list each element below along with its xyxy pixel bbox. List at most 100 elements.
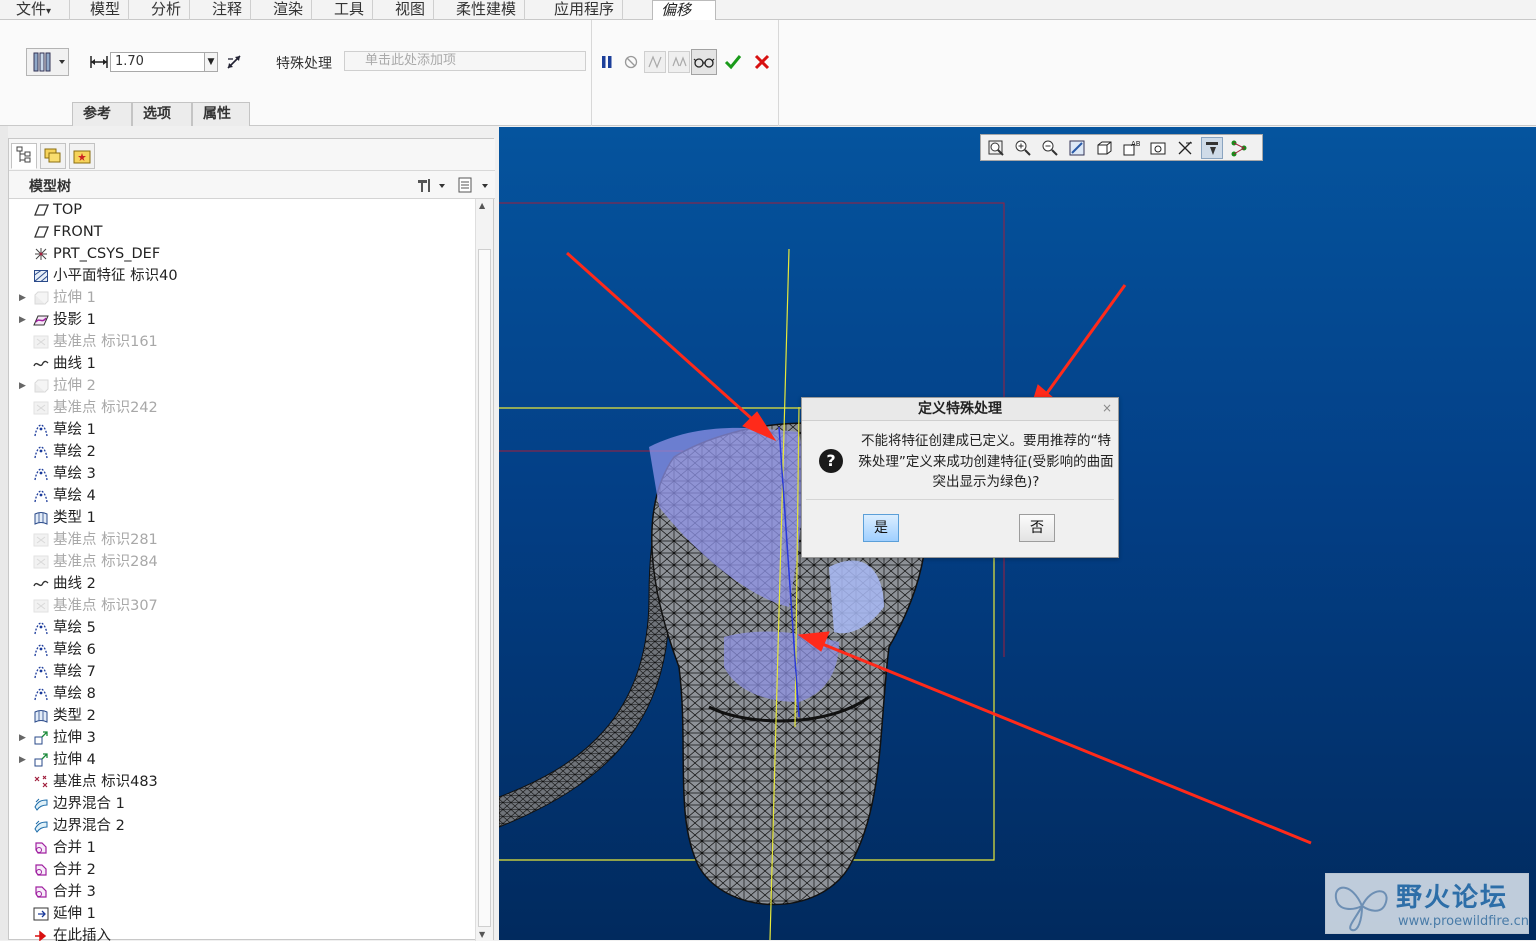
tab-options[interactable]: 选项 — [132, 102, 192, 126]
tab-properties[interactable]: 属性 — [192, 102, 250, 126]
pause-icon[interactable] — [598, 52, 616, 72]
expand-arrow-icon[interactable]: ▶ — [19, 727, 26, 749]
no-preview-icon[interactable] — [622, 52, 640, 72]
tree-item[interactable]: 草绘 3 — [9, 463, 475, 485]
menu-applications[interactable]: 应用程序 — [546, 0, 624, 20]
model-tree-title: 模型树 — [29, 179, 71, 195]
expand-arrow-icon[interactable]: ▶ — [19, 375, 26, 397]
tree-item[interactable]: 草绘 1 — [9, 419, 475, 441]
refit-icon[interactable] — [985, 137, 1007, 159]
thickness-dropdown[interactable]: ▼ — [204, 52, 218, 72]
tree-item[interactable]: FRONT — [9, 221, 475, 243]
menu-model[interactable]: 模型 — [82, 0, 130, 20]
tree-item[interactable]: 基准点 标识242 — [9, 397, 475, 419]
menu-flexible-modeling[interactable]: 柔性建模 — [448, 0, 526, 20]
tree-item[interactable]: 合并 2 — [9, 859, 475, 881]
tree-item[interactable]: 基准点 标识281 — [9, 529, 475, 551]
tab-references[interactable]: 参考 — [72, 102, 132, 126]
tab-model-tree[interactable] — [11, 143, 37, 169]
close-icon[interactable]: × — [1102, 401, 1112, 415]
boundary-blend-icon — [33, 797, 49, 811]
tab-favorites[interactable] — [69, 143, 95, 169]
tree-item[interactable]: ▶ 投影 1 — [9, 309, 475, 331]
model-tree-header: 模型树 — [9, 171, 495, 199]
scroll-up-icon[interactable]: ▲ — [479, 201, 485, 210]
tree-item[interactable]: ▶ 拉伸 2 — [9, 375, 475, 397]
tree-item-label: 拉伸 1 — [53, 290, 96, 306]
view-toolbar: AB — [980, 134, 1263, 161]
tree-item[interactable]: ▶ 拉伸 4 — [9, 749, 475, 771]
offset-type-selector[interactable] — [26, 48, 69, 76]
tree-settings-button[interactable] — [413, 176, 447, 194]
menu-analysis[interactable]: 分析 — [143, 0, 191, 20]
tree-item[interactable]: 草绘 5 — [9, 617, 475, 639]
tree-item[interactable]: 边界混合 1 — [9, 793, 475, 815]
tree-item[interactable]: 曲线 2 — [9, 573, 475, 595]
zoom-out-icon[interactable] — [1039, 137, 1061, 159]
tab-offset[interactable]: 偏移 — [652, 0, 716, 20]
thickness-input[interactable]: 1.70 — [110, 52, 206, 72]
glasses-preview-icon[interactable] — [691, 49, 717, 75]
tree-item[interactable]: 草绘 6 — [9, 639, 475, 661]
expand-arrow-icon[interactable]: ▶ — [19, 749, 26, 771]
scrollbar-thumb[interactable] — [478, 249, 491, 927]
style-icon — [33, 709, 49, 723]
tree-item[interactable]: 草绘 7 — [9, 661, 475, 683]
scroll-down-icon[interactable]: ▼ — [479, 930, 485, 939]
zoom-in-icon[interactable] — [1012, 137, 1034, 159]
flip-direction-icon[interactable] — [224, 52, 244, 72]
spin-center-icon[interactable] — [1201, 137, 1223, 159]
tree-item[interactable]: 草绘 4 — [9, 485, 475, 507]
tree-item[interactable]: 类型 2 — [9, 705, 475, 727]
model-tree-scrollbar[interactable]: ▲ ▼ — [475, 199, 493, 941]
menu-tools[interactable]: 工具 — [326, 0, 374, 20]
datum-point-icon — [33, 335, 49, 349]
saved-orientations-icon[interactable]: AB — [1120, 137, 1142, 159]
tree-item[interactable]: 草绘 2 — [9, 441, 475, 463]
tree-show-button[interactable] — [455, 176, 489, 194]
tree-item[interactable]: 延伸 1 — [9, 903, 475, 925]
tree-item[interactable]: ▶ 拉伸 3 — [9, 727, 475, 749]
tree-item[interactable]: 边界混合 2 — [9, 815, 475, 837]
tree-item[interactable]: 曲线 1 — [9, 353, 475, 375]
datum-plane-icon — [33, 225, 49, 239]
display-style-icon[interactable] — [1093, 137, 1115, 159]
tree-item[interactable]: TOP — [9, 199, 475, 221]
no-button[interactable]: 否 — [1019, 514, 1055, 542]
tree-item[interactable]: 草绘 8 — [9, 683, 475, 705]
menu-render[interactable]: 渲染 — [265, 0, 313, 20]
repaint-icon[interactable] — [1066, 137, 1088, 159]
menu-view[interactable]: 视图 — [387, 0, 435, 20]
yes-button[interactable]: 是 — [863, 514, 899, 542]
tree-item[interactable]: 小平面特征 标识40 — [9, 265, 475, 287]
tree-item[interactable]: 基准点 标识161 — [9, 331, 475, 353]
tree-item[interactable]: ▶ 拉伸 1 — [9, 287, 475, 309]
view-manager-icon[interactable] — [1147, 137, 1169, 159]
expand-arrow-icon[interactable]: ▶ — [19, 309, 26, 331]
tree-item[interactable]: 类型 1 — [9, 507, 475, 529]
menu-annotate[interactable]: 注释 — [204, 0, 252, 20]
preview-geometry-icon[interactable] — [644, 51, 666, 73]
tree-item[interactable]: 在此插入 — [9, 925, 475, 941]
cancel-x-icon[interactable] — [751, 51, 773, 73]
annotation-display-icon[interactable] — [1228, 137, 1250, 159]
tree-item[interactable]: PRT_CSYS_DEF — [9, 243, 475, 265]
datum-display-icon[interactable] — [1174, 137, 1196, 159]
sketch-icon — [33, 687, 49, 701]
expand-arrow-icon[interactable]: ▶ — [19, 287, 26, 309]
tree-item-label: TOP — [53, 202, 83, 218]
verify-preview-icon[interactable] — [668, 51, 690, 73]
list-view-icon — [458, 177, 488, 193]
tree-item[interactable]: 基准点 标识483 — [9, 771, 475, 793]
confirm-check-icon[interactable] — [722, 51, 744, 73]
tree-item[interactable]: 合并 1 — [9, 837, 475, 859]
tab-folder-browser[interactable] — [40, 143, 66, 169]
tree-item[interactable]: 基准点 标识284 — [9, 551, 475, 573]
tree-item-label: 拉伸 3 — [53, 730, 96, 746]
tree-item-label: 草绘 2 — [53, 444, 96, 460]
tree-item-label: 合并 1 — [53, 840, 96, 856]
tree-item[interactable]: 基准点 标识307 — [9, 595, 475, 617]
special-handling-collector[interactable]: 单击此处添加项 — [344, 51, 586, 71]
tree-item[interactable]: 合并 3 — [9, 881, 475, 903]
menu-file[interactable]: 文件▾ — [8, 0, 70, 20]
